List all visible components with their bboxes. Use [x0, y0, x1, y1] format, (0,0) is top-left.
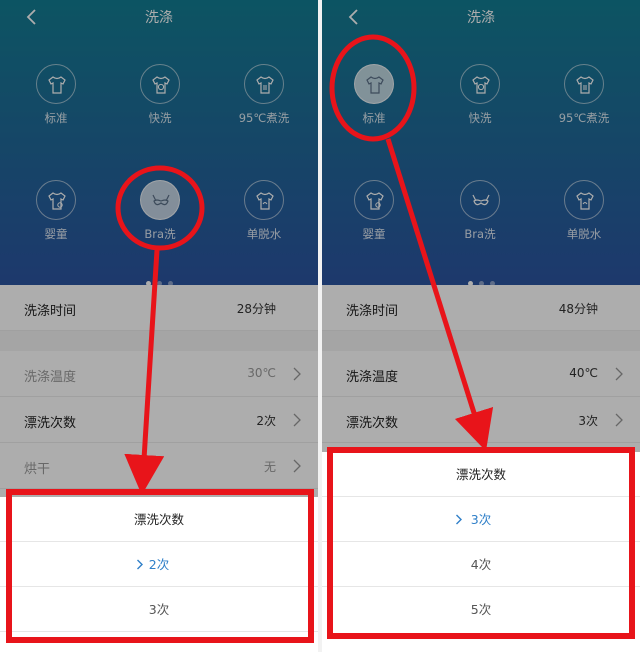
- sheet-option-selected[interactable]: 3次: [322, 497, 640, 542]
- screenshot-left: 洗涤 标准 快洗 95℃煮洗 婴童 Bra洗 单脱水 洗涤时间 28分钟 洗涤温…: [0, 0, 318, 652]
- screenshot-right: 洗涤 标准 快洗 95℃煮洗 婴童 Bra洗 单脱水 洗涤时间 48分钟 洗涤温…: [322, 0, 640, 652]
- rinse-count-sheet: 漂洗次数 3次 4次 5次: [322, 452, 640, 652]
- selected-chevron-icon: [137, 559, 143, 570]
- option-label: 2次: [148, 557, 170, 572]
- option-label: 3次: [470, 512, 492, 527]
- selected-chevron-icon: [456, 514, 462, 525]
- option-label: 4次: [470, 557, 492, 572]
- sheet-title: 漂洗次数: [322, 452, 640, 497]
- rinse-count-sheet: 漂洗次数 2次 3次: [0, 497, 318, 652]
- sheet-title: 漂洗次数: [0, 497, 318, 542]
- option-label: 3次: [148, 602, 170, 617]
- sheet-option[interactable]: 5次: [322, 587, 640, 632]
- option-label: 5次: [470, 602, 492, 617]
- sheet-option-selected[interactable]: 2次: [0, 542, 318, 587]
- sheet-option[interactable]: 3次: [0, 587, 318, 632]
- sheet-option[interactable]: 4次: [322, 542, 640, 587]
